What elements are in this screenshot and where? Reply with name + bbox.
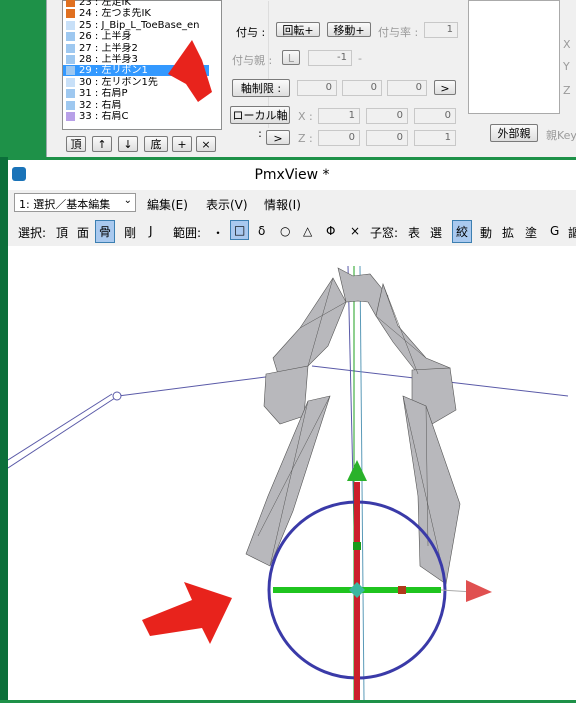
red-arrow-icon: [142, 582, 232, 644]
annotation-layer: [142, 40, 232, 644]
red-arrow-icon: [168, 40, 212, 102]
